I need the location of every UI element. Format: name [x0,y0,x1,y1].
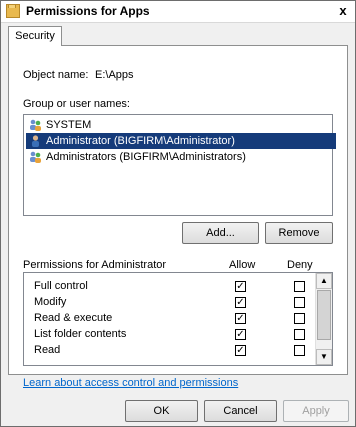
deny-checkbox[interactable] [294,281,305,292]
remove-button[interactable]: Remove [265,222,333,244]
permission-label: Modify [34,296,67,308]
object-name-value: E:\Apps [95,69,134,81]
deny-checkbox[interactable] [294,297,305,308]
ok-button[interactable]: OK [125,400,198,422]
scroll-down-icon[interactable]: ▼ [316,349,332,365]
permission-label: Read & execute [34,312,113,324]
allow-checkbox[interactable]: ✓ [235,297,246,308]
window-title: Permissions for Apps [26,4,150,18]
close-button[interactable]: x [335,3,351,19]
allow-checkbox[interactable]: ✓ [235,345,246,356]
permission-label: List folder contents [34,328,127,340]
allow-column-header: Allow [229,259,256,271]
access-control-help-link[interactable]: Learn about access control and permissio… [23,377,238,389]
title-bar: Permissions for Apps x [1,1,355,23]
scroll-thumb[interactable] [317,290,331,340]
group-names-label: Group or user names: [23,98,130,110]
apply-button[interactable]: Apply [283,400,349,422]
permissions-list: Full control Modify Read & execute List … [23,272,333,366]
allow-checkbox[interactable]: ✓ [235,313,246,324]
add-button[interactable]: Add... [182,222,259,244]
permissions-header: Permissions for Administrator [23,259,167,271]
folder-icon [6,4,20,18]
permission-label: Read [34,344,61,356]
user-item-label: Administrators (BIGFIRM\Administrators) [46,151,246,163]
user-item-system[interactable]: SYSTEM [26,117,91,133]
users-group-icon [30,151,41,163]
deny-checkbox[interactable] [294,345,305,356]
allow-checkbox[interactable]: ✓ [235,281,246,292]
user-item-label: SYSTEM [46,119,92,131]
allow-checkbox[interactable]: ✓ [235,329,246,340]
permissions-dialog: Permissions for Apps x Security Object n… [0,0,356,427]
scroll-up-icon[interactable]: ▲ [316,273,332,289]
tab-security[interactable]: Security [8,26,62,46]
user-item-label: Administrator (BIGFIRM\Administrator) [46,135,235,147]
user-item-administrator[interactable]: Administrator (BIGFIRM\Administrator) [26,133,336,149]
user-list[interactable]: SYSTEM Administrator (BIGFIRM\Administra… [23,114,336,216]
deny-checkbox[interactable] [294,313,305,324]
object-name-label: Object name: [23,69,89,81]
deny-column-header: Deny [287,259,313,271]
user-item-administrators[interactable]: Administrators (BIGFIRM\Administrators) [26,149,246,165]
user-icon [32,135,39,147]
permission-label: Full control [34,280,88,292]
deny-checkbox[interactable] [294,329,305,340]
cancel-button[interactable]: Cancel [204,400,277,422]
users-group-icon [30,119,41,131]
permissions-scrollbar[interactable]: ▲ ▼ [315,273,332,365]
